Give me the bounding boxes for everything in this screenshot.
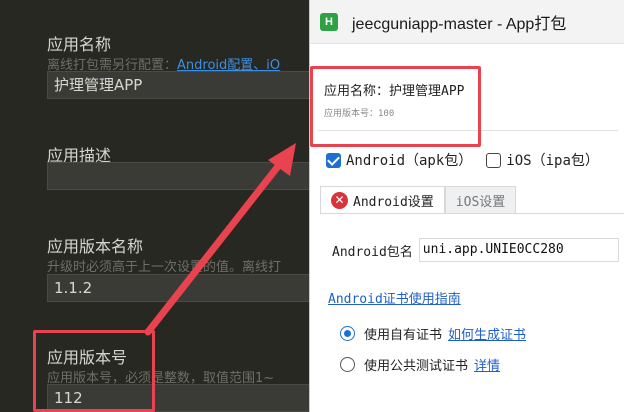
error-icon: ✕ [331,191,348,209]
own-cert-radio[interactable] [340,326,355,341]
cert-details-link[interactable]: 详情 [474,355,500,374]
android-checkbox-label[interactable]: Android（apk包） [346,150,472,170]
cert-guide-link[interactable]: Android证书使用指南 [328,288,461,307]
how-to-generate-cert-link[interactable]: 如何生成证书 [448,324,526,343]
version-code-highlight [33,330,155,412]
own-cert-option: 使用自有证书 如何生成证书 [340,324,526,343]
public-cert-radio[interactable] [340,357,355,372]
field-hint-version-name: 升级时必须高于上一次设置的值。离线打 [47,260,282,275]
ios-checkbox[interactable] [486,152,502,168]
app-info-highlight [310,66,481,147]
tab-android-label: Android设置 [353,194,434,210]
package-name-label: Android包名 [332,244,413,260]
field-title-version-name: 应用版本名称 [47,237,144,256]
tab-ios-settings[interactable]: iOS设置 [444,186,517,213]
app-package-dialog: H jeecguniapp-master - App打包 应用名称：护理管理AP… [309,0,624,412]
platform-options: Android（apk包） iOS（ipa包） [326,150,613,170]
package-name-input[interactable]: uni.app.UNIE0CC280 [418,238,619,262]
app-description-input[interactable] [47,162,337,190]
version-name-input[interactable]: 1.1.2 [47,274,337,302]
dialog-titlebar[interactable]: H jeecguniapp-master - App打包 [310,0,624,44]
tab-ios-label: iOS设置 [455,194,506,210]
settings-tabs: ✕ Android设置 iOS设置 [320,186,517,213]
android-checkbox[interactable] [326,152,341,168]
package-name-row: Android包名 uni.app.UNIE0CC280 [332,238,619,262]
public-cert-label[interactable]: 使用公共测试证书 [364,355,468,374]
public-cert-option: 使用公共测试证书 详情 [340,355,500,374]
ios-checkbox-label[interactable]: iOS（ipa包） [506,150,599,170]
app-name-input[interactable]: 护理管理APP [47,71,337,99]
dialog-title: jeecguniapp-master - App打包 [352,15,567,33]
tab-underline [320,213,624,214]
tab-android-settings[interactable]: ✕ Android设置 [320,186,445,213]
hbuilder-icon: H [320,12,338,31]
field-title-app-name: 应用名称 [47,35,112,54]
own-cert-label[interactable]: 使用自有证书 [364,324,442,343]
